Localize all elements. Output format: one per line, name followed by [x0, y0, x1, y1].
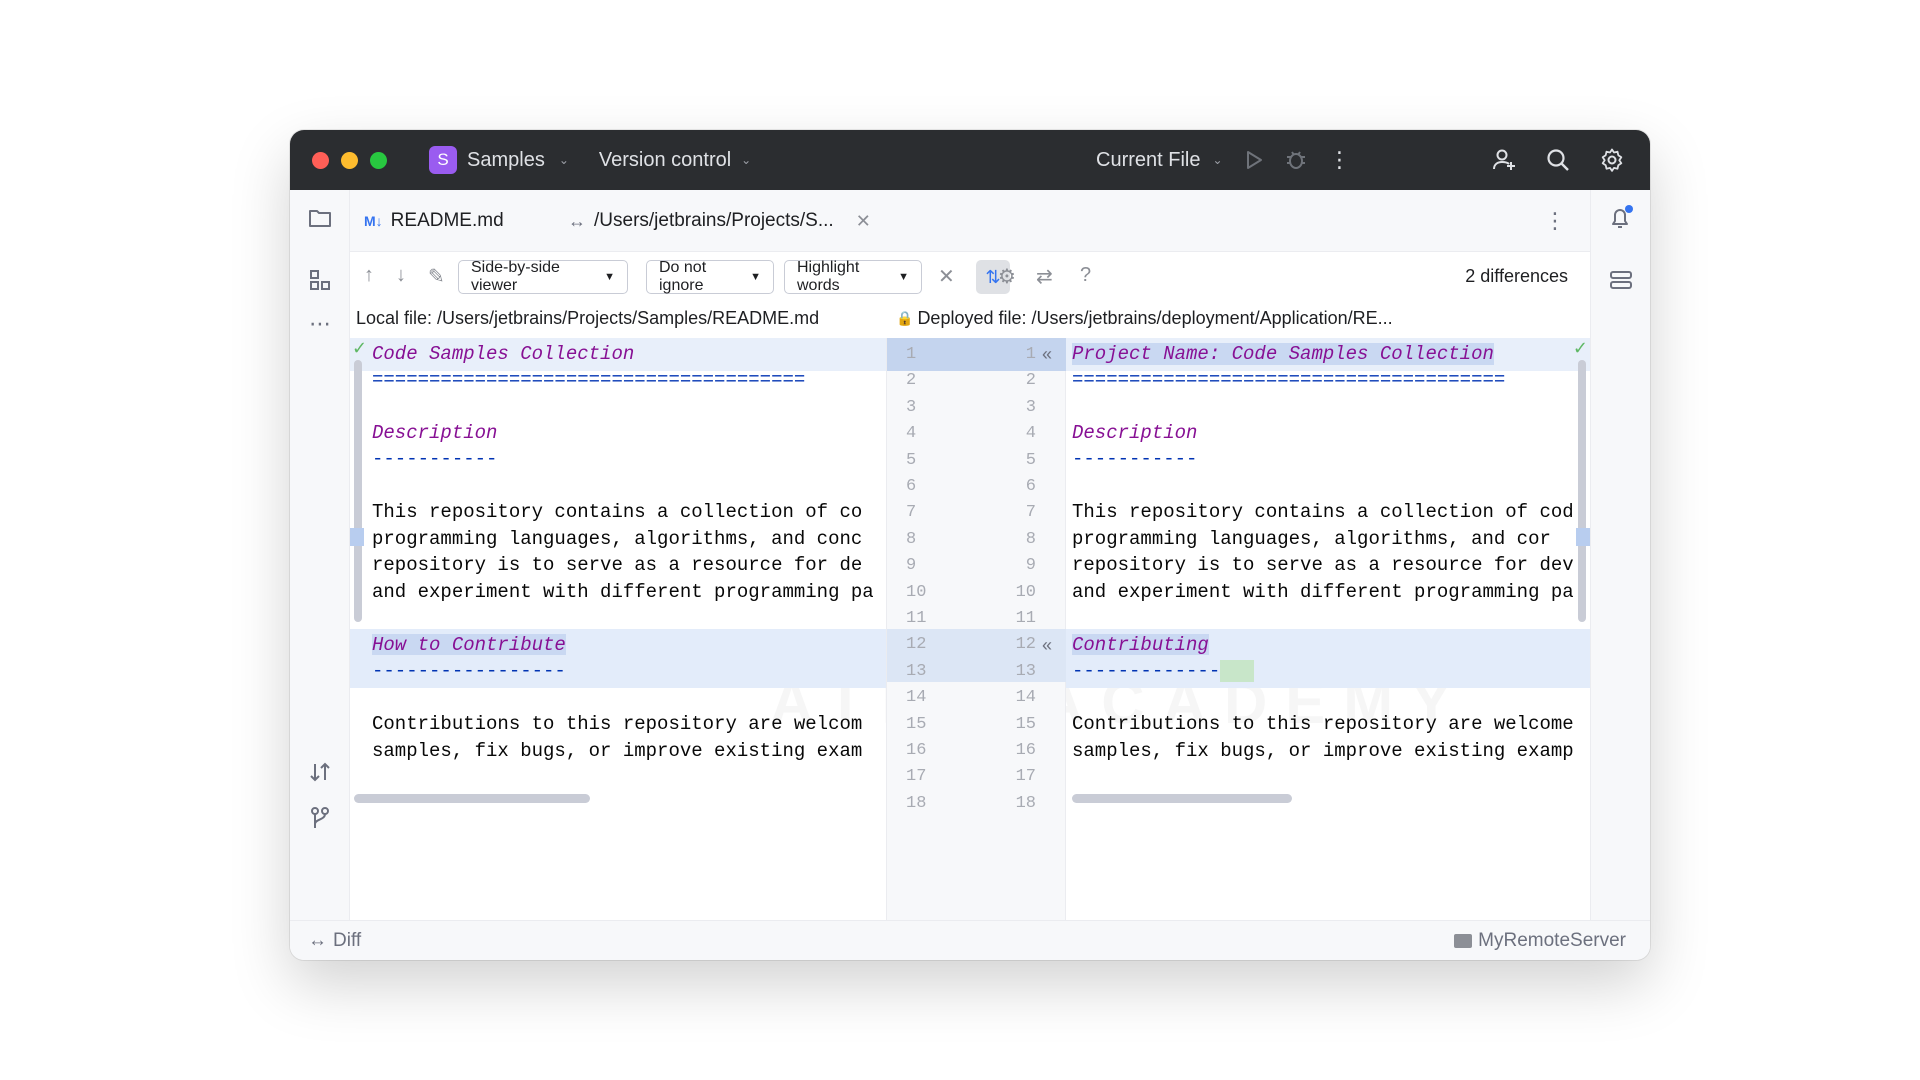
line-number-right: 18 — [1015, 794, 1036, 813]
project-name: Samples — [467, 148, 545, 171]
ide-window: S Samples ⌄ Version control ⌄ Current Fi… — [290, 130, 1650, 960]
more-vertical-icon[interactable]: ⋮ — [1329, 147, 1351, 173]
vcs-label: Version control — [598, 148, 732, 171]
right-tool-strip — [1590, 190, 1650, 920]
add-user-icon[interactable] — [1492, 148, 1516, 172]
project-folder-icon[interactable] — [304, 202, 336, 234]
run-config-label: Current File — [1096, 148, 1201, 171]
editor-tabs: M↓ README.md ↔ /Users/jetbrains/Projects… — [350, 190, 1590, 252]
next-difference-icon[interactable]: ↓ — [396, 264, 406, 287]
swap-sides-icon[interactable]: ⇄ — [1036, 264, 1053, 289]
edit-pencil-icon[interactable]: ✎ — [428, 264, 445, 289]
left-file-path: Local file: /Users/jetbrains/Projects/Sa… — [356, 308, 820, 328]
line-numbers: 1 1 2 2 3 3 4 4 5 5 6 6 7 7 8 8 9 9 10 10 11 11 12 12 13 13 14 14 15… — [886, 338, 1066, 920]
caret-down-icon: ▼ — [604, 271, 615, 283]
more-horizontal-icon[interactable]: ⋯ — [304, 308, 336, 340]
right-horizontal-scrollbar[interactable] — [1072, 794, 1292, 803]
check-icon: ✓ — [352, 338, 368, 358]
help-icon[interactable]: ? — [1080, 264, 1091, 287]
caret-down-icon: ▼ — [898, 271, 909, 283]
chevron-down-icon: ⌄ — [558, 153, 569, 167]
diff-icon: ↔ — [568, 210, 586, 231]
search-icon[interactable] — [1546, 148, 1570, 172]
previous-difference-icon[interactable]: ↑ — [364, 264, 374, 287]
collapse-unchanged-icon[interactable]: ✕ — [938, 264, 955, 289]
diff-icon: ↔ — [308, 929, 327, 951]
caret-down-icon: ▼ — [750, 271, 761, 283]
tab-label: /Users/jetbrains/Projects/S... — [594, 210, 834, 231]
debug-icon[interactable] — [1285, 149, 1307, 171]
server-folder-icon — [1454, 933, 1473, 948]
left-editor-pane[interactable]: Code Samples Collection ================… — [350, 338, 886, 920]
title-right-icons — [1492, 130, 1624, 190]
close-icon[interactable]: ✕ — [856, 211, 871, 232]
right-vertical-scrollbar[interactable] — [1578, 360, 1586, 622]
project-badge: S — [429, 146, 457, 174]
run-config-selector[interactable]: Current File ⌄ — [1096, 149, 1223, 172]
status-diff-widget[interactable]: ↔ Diff — [308, 930, 361, 952]
tab-readme[interactable]: M↓ README.md — [364, 190, 504, 252]
left-horizontal-scrollbar[interactable] — [354, 794, 590, 803]
viewer-mode-value: Side-by-side viewer — [471, 259, 560, 294]
git-branch-icon[interactable] — [304, 802, 336, 834]
right-file-path: Deployed file: /Users/jetbrains/deployme… — [917, 308, 1393, 328]
chevron-down-icon: ⌄ — [1212, 153, 1223, 167]
gear-icon[interactable] — [1600, 148, 1624, 172]
structure-icon[interactable] — [304, 264, 336, 296]
status-left-label: Diff — [333, 929, 362, 951]
check-icon: ✓ — [1572, 338, 1588, 358]
sort-arrows-icon[interactable] — [304, 756, 336, 788]
right-editor-pane[interactable]: Project Name: Code Samples Collection ==… — [1066, 338, 1590, 920]
run-widget: Current File ⌄ ⋮ — [1096, 130, 1351, 190]
line-number-left: 18 — [906, 794, 927, 813]
change-marker — [350, 528, 364, 546]
database-panel-icon[interactable] — [1605, 264, 1637, 296]
status-bar: ↔ Diff MyRemoteServer — [290, 920, 1650, 960]
status-server-widget[interactable]: MyRemoteServer — [1454, 930, 1626, 952]
apply-change-left-icon[interactable]: « — [1042, 629, 1052, 662]
right-file-header: 🔒 Deployed file: /Users/jetbrains/deploy… — [896, 308, 1393, 329]
diff-editor: ATRO ACADEMY Code Samples Collection ===… — [350, 338, 1590, 920]
status-server-label: MyRemoteServer — [1478, 929, 1626, 951]
run-icon[interactable] — [1245, 150, 1263, 170]
window-controls — [312, 151, 387, 169]
project-selector[interactable]: S Samples ⌄ — [429, 146, 569, 174]
zoom-window-button[interactable] — [370, 151, 387, 169]
ignore-whitespace-select[interactable]: Do not ignore ▼ — [646, 259, 774, 294]
tab-label: README.md — [390, 210, 504, 231]
diff-toolbar: ↑ ↓ ✎ Side-by-side viewer ▼ Do not ignor… — [350, 252, 1590, 304]
notifications-bell-icon[interactable] — [1605, 202, 1637, 234]
ignore-value: Do not ignore — [659, 259, 707, 294]
apply-change-left-icon[interactable]: « — [1042, 338, 1052, 371]
more-vertical-icon[interactable]: ⋮ — [1544, 208, 1566, 234]
markdown-icon: M↓ — [364, 213, 383, 229]
left-vertical-scrollbar[interactable] — [354, 360, 362, 622]
change-marker — [1576, 528, 1590, 546]
differences-count: 2 differences — [1465, 266, 1568, 286]
diff-settings-gear-icon[interactable]: ⚙ — [998, 264, 1016, 289]
title-bar: S Samples ⌄ Version control ⌄ Current Fi… — [290, 130, 1650, 190]
minimize-window-button[interactable] — [341, 151, 358, 169]
highlight-mode-select[interactable]: Highlight words ▼ — [784, 259, 922, 294]
tab-diff[interactable]: ↔ /Users/jetbrains/Projects/S... ✕ — [568, 190, 871, 252]
highlight-value: Highlight words — [797, 259, 860, 294]
close-window-button[interactable] — [312, 151, 329, 169]
diff-file-headers: Local file: /Users/jetbrains/Projects/Sa… — [350, 304, 1590, 338]
vcs-widget[interactable]: Version control ⌄ — [599, 149, 751, 172]
lock-icon: 🔒 — [896, 310, 914, 326]
left-tool-strip: ⋯ — [290, 190, 350, 920]
viewer-mode-select[interactable]: Side-by-side viewer ▼ — [458, 259, 628, 294]
chevron-down-icon: ⌄ — [741, 153, 752, 167]
